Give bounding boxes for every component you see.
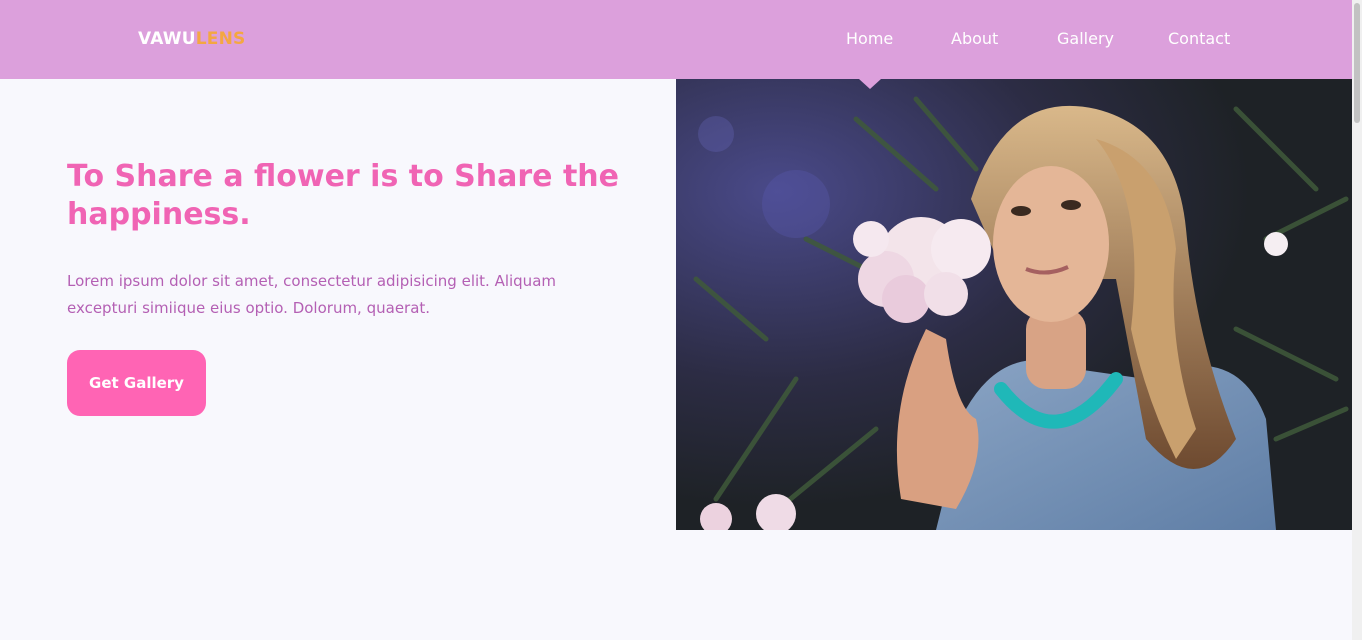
hero-text: Lorem ipsum dolor sit amet, consectetur … (67, 272, 556, 317)
active-nav-indicator (859, 79, 881, 89)
nav-link-home[interactable]: Home (846, 29, 893, 48)
get-gallery-button[interactable]: Get Gallery (67, 350, 206, 416)
navbar: VAWULENS Home About Gallery Contact (0, 0, 1352, 79)
nav-link-gallery[interactable]: Gallery (1057, 29, 1114, 48)
page-scrollbar[interactable] (1352, 0, 1362, 640)
nav-link-about[interactable]: About (951, 29, 998, 48)
brand-logo-part2: LENS (195, 29, 246, 49)
nav-link-contact[interactable]: Contact (1168, 29, 1230, 48)
brand-logo[interactable]: VAWULENS (138, 29, 245, 49)
brand-logo-part1: VAWU (138, 29, 196, 49)
hero-photo (676, 79, 1352, 530)
scrollbar-thumb[interactable] (1354, 3, 1360, 123)
hero-title: To Share a flower is to Share the happin… (67, 159, 619, 232)
